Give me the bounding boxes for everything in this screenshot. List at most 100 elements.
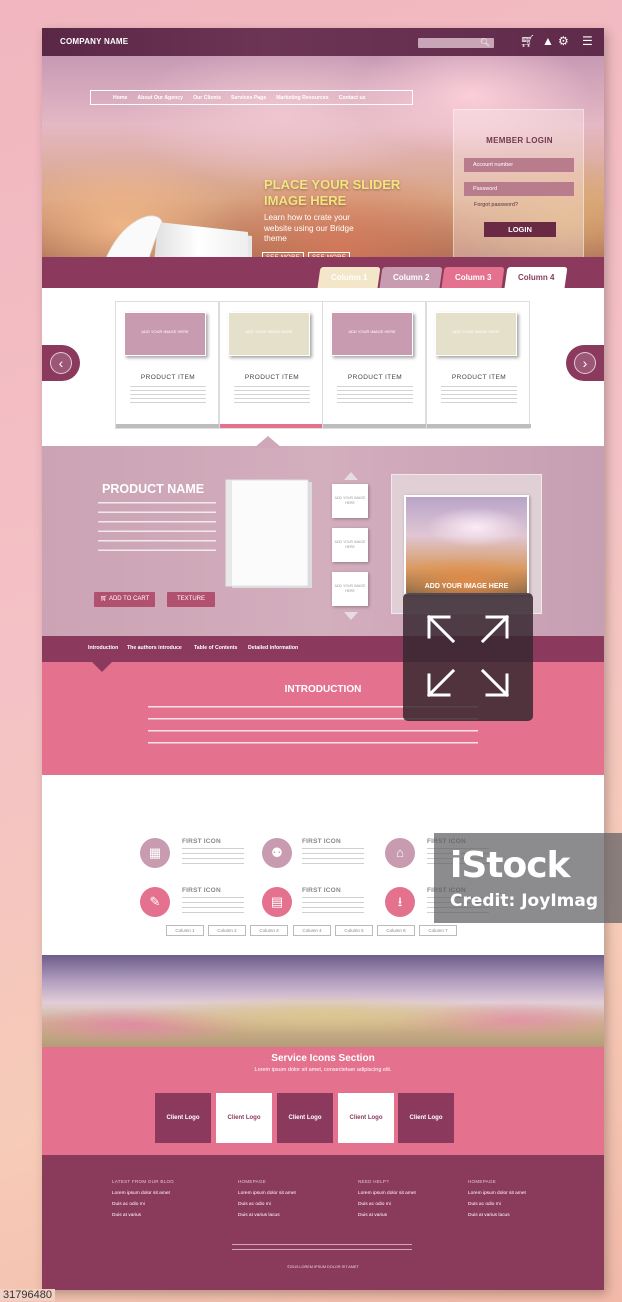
nav-item-clients[interactable]: Our Clients	[193, 95, 221, 101]
footer-link[interactable]: Lorem ipsum dolor sit amet	[468, 1191, 526, 1196]
service-icons-section: Service Icons Section Lorem ipsum dolor …	[42, 1047, 604, 1155]
feature-text	[182, 897, 244, 915]
tab-column-3[interactable]: Column 3	[441, 267, 505, 288]
tab-contents[interactable]: Table of Contents	[194, 645, 237, 651]
footer-link[interactable]: Lorem ipsum dolor sit amet	[112, 1191, 170, 1196]
card-bar	[116, 424, 220, 428]
column-button-5[interactable]: Column 5	[335, 925, 373, 936]
product-name: PRODUCT NAME	[102, 482, 205, 496]
password-field[interactable]: Password	[464, 182, 574, 196]
company-name: COMPANY NAME	[60, 37, 129, 46]
product-card[interactable]: ADD YOUR IMAGE HERE PRODUCT ITEM	[115, 301, 220, 429]
card-bar	[427, 424, 531, 428]
slider-title: PLACE YOUR SLIDER IMAGE HERE	[264, 177, 401, 208]
product-description	[441, 386, 517, 406]
footer-link[interactable]: Duis ac odio mi	[238, 1202, 271, 1207]
nav-item-about[interactable]: About Our Agency	[137, 95, 183, 101]
product-title: PRODUCT ITEM	[347, 374, 403, 381]
product-image-placeholder: ADD YOUR IMAGE HERE	[331, 312, 413, 356]
client-logo[interactable]: Client Logo	[155, 1093, 211, 1143]
stock-id: 31796480	[0, 1289, 55, 1301]
thumb-up-arrow-icon[interactable]	[344, 472, 358, 480]
tab-column-4[interactable]: Column 4	[504, 267, 568, 288]
client-logo[interactable]: Client Logo	[338, 1093, 394, 1143]
pointer-arrow	[254, 436, 282, 448]
tab-authors[interactable]: The authors introduce	[127, 645, 182, 651]
account-number-field[interactable]: Account number	[464, 158, 574, 172]
forgot-password-link[interactable]: Forgot password?	[474, 202, 518, 208]
client-logo[interactable]: Client Logo	[398, 1093, 454, 1143]
product-image-placeholder: ADD YOUR IMAGE HERE	[228, 312, 310, 356]
footer-link[interactable]: Lorem ipsum dolor sit amet	[358, 1191, 416, 1196]
footer-link[interactable]: Duis ac odio mi	[468, 1202, 501, 1207]
nav-item-contact[interactable]: Contact us	[339, 95, 366, 101]
column-button-1[interactable]: Column 1	[166, 925, 204, 936]
product-title: PRODUCT ITEM	[451, 374, 507, 381]
gear-icon[interactable]: ⚙	[558, 34, 569, 48]
search-icon[interactable]: 🔍︎	[480, 38, 490, 48]
client-logo[interactable]: Client Logo	[216, 1093, 272, 1143]
product-card[interactable]: ADD YOUR IMAGE HERE PRODUCT ITEM	[219, 301, 324, 429]
footer-link[interactable]: Duis at varius	[112, 1213, 141, 1218]
footer-link[interactable]: Duis ac odio mi	[358, 1202, 391, 1207]
footer-link[interactable]: Duis at varius lacus	[468, 1213, 510, 1218]
column-button-6[interactable]: Column 6	[377, 925, 415, 936]
add-to-cart-button[interactable]: 🛒︎ ADD TO CART	[94, 592, 156, 607]
location-pin-icon: ⚉	[262, 838, 292, 868]
menu-icon[interactable]: ☰	[582, 34, 593, 48]
product-card[interactable]: ADD YOUR IMAGE HERE PRODUCT ITEM	[322, 301, 427, 429]
footer-link[interactable]: Duis at varius lacus	[238, 1213, 280, 1218]
slider-subtitle: Learn how to crate your website using ou…	[264, 213, 354, 243]
feature-title: FIRST ICON	[182, 838, 221, 845]
footer-heading: HOMEPAGE	[238, 1179, 267, 1184]
column-button-7[interactable]: Column 7	[419, 925, 457, 936]
tab-column-2[interactable]: Column 2	[379, 267, 443, 288]
column-button-4[interactable]: Column 4	[293, 925, 331, 936]
thumbnail[interactable]: ADD YOUR IMAGE HERE	[332, 484, 368, 518]
top-bar: COMPANY NAME 🔍︎ 🛒︎ ▲ ⚙ ☰	[42, 28, 604, 56]
login-button[interactable]: LOGIN	[484, 222, 556, 237]
tab-column-1[interactable]: Column 1	[317, 267, 381, 288]
preview-image	[404, 495, 529, 595]
product-card[interactable]: ADD YOUR IMAGE HERE PRODUCT ITEM	[426, 301, 531, 429]
nav-item-home[interactable]: Home	[113, 95, 127, 101]
thumbnail[interactable]: ADD YOUR IMAGE HERE	[332, 528, 368, 562]
edit-icon: ✎	[140, 887, 170, 917]
thumbnail[interactable]: ADD YOUR IMAGE HERE	[332, 572, 368, 606]
chevron-left-icon: ‹	[50, 352, 72, 374]
service-subtitle: Lorem ipsum dolor sit amet, consectetuer…	[254, 1067, 392, 1073]
feature-text	[302, 897, 364, 915]
user-icon[interactable]: ▲	[542, 34, 554, 48]
carousel-next-button[interactable]: ›	[566, 345, 604, 381]
thumb-down-arrow-icon[interactable]	[344, 612, 358, 620]
product-image-placeholder: ADD YOUR IMAGE HERE	[435, 312, 517, 356]
tab-details[interactable]: Detailed information	[248, 645, 298, 651]
chevron-right-icon: ›	[574, 352, 596, 374]
cart-icon[interactable]: 🛒︎	[520, 34, 535, 48]
product-image-placeholder: ADD YOUR IMAGE HERE	[124, 312, 206, 356]
tab-introduction[interactable]: Introduction	[88, 645, 118, 651]
feature-text	[182, 848, 244, 866]
product-description-text	[98, 502, 216, 558]
cart-icon: 🛒︎	[100, 596, 109, 602]
nav-item-services[interactable]: Services Page	[231, 95, 266, 101]
istock-watermark: iStock Credit: JoyImag	[434, 833, 622, 923]
feature-title: FIRST ICON	[302, 838, 341, 845]
footer-heading: NEED HELP?	[358, 1179, 390, 1184]
footer-heading: LATEST FROM OUR BLOG	[112, 1179, 175, 1184]
search-input[interactable]: 🔍︎	[418, 38, 494, 48]
istock-credit: Credit: JoyImag	[450, 891, 598, 911]
texture-button[interactable]: TEXTURE	[167, 592, 215, 607]
carousel-prev-button[interactable]: ‹	[42, 345, 80, 381]
column-button-2[interactable]: Column 2	[208, 925, 246, 936]
blurred-banner-image	[42, 955, 604, 1047]
footer-link[interactable]: Duis ac odio mi	[112, 1202, 145, 1207]
fullscreen-expand-button[interactable]	[403, 593, 533, 721]
calendar-icon: ▦	[140, 838, 170, 868]
client-logo[interactable]: Client Logo	[277, 1093, 333, 1143]
footer-link[interactable]: Lorem ipsum dolor sit amet	[238, 1191, 296, 1196]
copyright: ©2015 LOREM IPSUM DOLOR SIT AMET	[287, 1265, 359, 1269]
column-button-3[interactable]: Column 3	[250, 925, 288, 936]
nav-item-marketing[interactable]: Marketing Resources	[276, 95, 328, 101]
footer-link[interactable]: Duis at varius	[358, 1213, 387, 1218]
